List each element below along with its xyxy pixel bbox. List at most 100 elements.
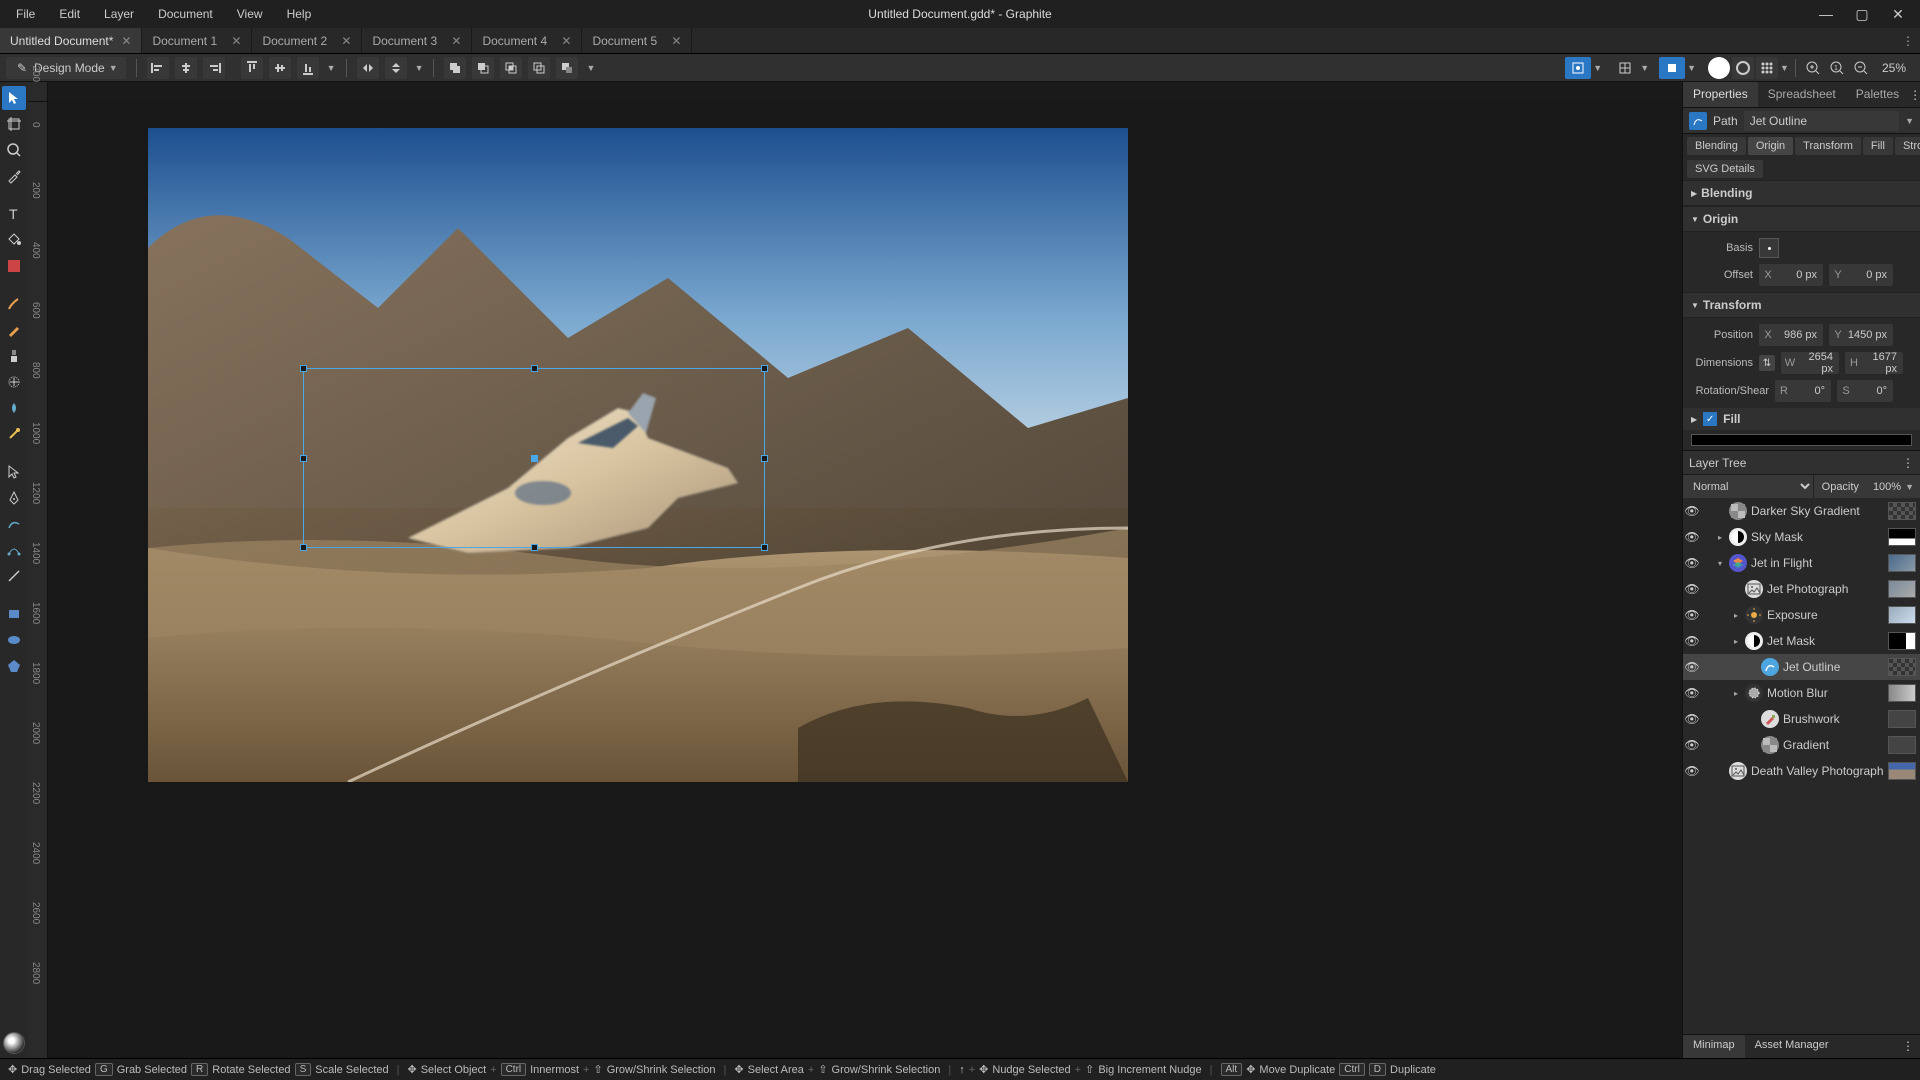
proptab-stroke[interactable]: Stroke: [1895, 137, 1920, 155]
section-origin[interactable]: ▼Origin: [1683, 206, 1920, 232]
shape-dots-icon[interactable]: [1756, 57, 1778, 79]
select-tool[interactable]: [2, 86, 26, 110]
bool-divide-btn[interactable]: [556, 57, 578, 79]
proptab-blending[interactable]: Blending: [1687, 137, 1746, 155]
visibility-icon[interactable]: 👁: [1683, 634, 1701, 648]
shape-circle-icon[interactable]: [1708, 57, 1730, 79]
selection-box[interactable]: [303, 368, 765, 548]
window-minimize[interactable]: ―: [1810, 4, 1842, 24]
dim-h-input[interactable]: H1677 px: [1845, 352, 1903, 374]
visibility-icon[interactable]: 👁: [1683, 582, 1701, 596]
pencil-tool[interactable]: [2, 318, 26, 342]
menu-layer[interactable]: Layer: [94, 3, 144, 25]
window-close[interactable]: ✕: [1882, 4, 1914, 24]
menu-file[interactable]: File: [6, 3, 45, 25]
shear-input[interactable]: S0°: [1837, 380, 1893, 402]
svg-details-btn[interactable]: SVG Details: [1687, 160, 1763, 178]
gradient-tool[interactable]: [2, 254, 26, 278]
mode-dropdown[interactable]: ✎ Design Mode ▼: [6, 57, 126, 79]
layer-row[interactable]: 👁Darker Sky Gradient: [1683, 498, 1920, 524]
shape-ring-icon[interactable]: [1732, 57, 1754, 79]
brush-tool[interactable]: [2, 292, 26, 316]
align-right-btn[interactable]: [203, 57, 225, 79]
close-tab-icon[interactable]: ✕: [671, 34, 681, 48]
layer-row[interactable]: 👁▸Motion Blur: [1683, 680, 1920, 706]
line-tool[interactable]: [2, 564, 26, 588]
layer-row[interactable]: 👁Jet Outline: [1683, 654, 1920, 680]
menu-document[interactable]: Document: [148, 3, 223, 25]
document-tab[interactable]: Document 2✕: [252, 28, 362, 53]
layer-row[interactable]: 👁Brushwork: [1683, 706, 1920, 732]
align-bottom-btn[interactable]: [297, 57, 319, 79]
visibility-icon[interactable]: 👁: [1683, 660, 1701, 674]
visibility-icon[interactable]: 👁: [1683, 764, 1701, 778]
overlays-toggle[interactable]: [1565, 57, 1591, 79]
bool-subtract-btn[interactable]: [472, 57, 494, 79]
section-blending[interactable]: ▶Blending: [1683, 180, 1920, 206]
document-tab[interactable]: Document 3✕: [362, 28, 472, 53]
fill-checkbox[interactable]: ✓: [1703, 412, 1717, 426]
tab-minimap[interactable]: Minimap: [1683, 1035, 1745, 1058]
color-swatch[interactable]: [3, 1032, 25, 1054]
visibility-icon[interactable]: 👁: [1683, 738, 1701, 752]
viewport[interactable]: [48, 102, 1682, 1058]
expand-icon[interactable]: ▸: [1731, 637, 1741, 646]
close-tab-icon[interactable]: ✕: [341, 34, 351, 48]
zoom-level[interactable]: 25%: [1874, 61, 1914, 75]
dim-w-input[interactable]: W2654 px: [1781, 352, 1839, 374]
opacity-value[interactable]: 100%▼: [1867, 475, 1920, 498]
flip-v-btn[interactable]: [385, 57, 407, 79]
visibility-icon[interactable]: 👁: [1683, 608, 1701, 622]
layer-row[interactable]: 👁Jet Photograph: [1683, 576, 1920, 602]
fill-swatch[interactable]: [1691, 434, 1912, 446]
document-tab[interactable]: Document 5✕: [582, 28, 692, 53]
heal-tool[interactable]: [2, 370, 26, 394]
tab-properties[interactable]: Properties: [1683, 82, 1758, 107]
layer-row[interactable]: 👁▾Jet in Flight: [1683, 550, 1920, 576]
link-dimensions-icon[interactable]: ⇅: [1759, 355, 1775, 371]
offset-y-input[interactable]: Y0 px: [1829, 264, 1893, 286]
menu-edit[interactable]: Edit: [49, 3, 90, 25]
selected-layer-name[interactable]: Jet Outline: [1744, 111, 1899, 131]
align-hcenter-btn[interactable]: [175, 57, 197, 79]
visibility-icon[interactable]: 👁: [1683, 504, 1701, 518]
document-tab[interactable]: Document 4✕: [472, 28, 582, 53]
ellipse-tool[interactable]: [2, 628, 26, 652]
proptab-fill[interactable]: Fill: [1863, 137, 1893, 155]
close-tab-icon[interactable]: ✕: [561, 34, 571, 48]
spline-tool[interactable]: [2, 538, 26, 562]
fill-tool[interactable]: [2, 228, 26, 252]
clone-tool[interactable]: [2, 344, 26, 368]
close-tab-icon[interactable]: ✕: [451, 34, 461, 48]
basis-picker[interactable]: [1759, 238, 1779, 258]
expand-icon[interactable]: ▸: [1731, 689, 1741, 698]
align-vcenter-btn[interactable]: [269, 57, 291, 79]
window-maximize[interactable]: ▢: [1846, 4, 1878, 24]
visibility-icon[interactable]: 👁: [1683, 686, 1701, 700]
bool-diff-btn[interactable]: [528, 57, 550, 79]
panel-more-icon[interactable]: ⋮: [1909, 82, 1920, 107]
document-tab[interactable]: Document 1✕: [142, 28, 252, 53]
text-tool[interactable]: T: [2, 202, 26, 226]
eyedropper-tool[interactable]: [2, 164, 26, 188]
smudge-tool[interactable]: [2, 396, 26, 420]
close-tab-icon[interactable]: ✕: [121, 34, 131, 48]
rotation-input[interactable]: R0°: [1775, 380, 1831, 402]
menu-view[interactable]: View: [227, 3, 273, 25]
tab-asset-manager[interactable]: Asset Manager: [1745, 1035, 1839, 1058]
wand-tool[interactable]: [2, 422, 26, 446]
bottom-more-icon[interactable]: ⋮: [1896, 1035, 1920, 1058]
proptab-origin[interactable]: Origin: [1748, 137, 1793, 155]
layer-row[interactable]: 👁▸Sky Mask: [1683, 524, 1920, 550]
path-select-tool[interactable]: [2, 460, 26, 484]
layer-row[interactable]: 👁▸Jet Mask: [1683, 628, 1920, 654]
blend-mode-select[interactable]: Normal: [1683, 475, 1813, 498]
section-fill[interactable]: ▶ ✓ Fill: [1683, 408, 1920, 430]
pos-x-input[interactable]: X986 px: [1759, 324, 1823, 346]
layer-row[interactable]: 👁Gradient: [1683, 732, 1920, 758]
layertree-more-icon[interactable]: ⋮: [1902, 456, 1914, 470]
tab-palettes[interactable]: Palettes: [1846, 82, 1909, 107]
grid-toggle[interactable]: [1659, 57, 1685, 79]
bool-union-btn[interactable]: [444, 57, 466, 79]
expand-icon[interactable]: ▸: [1715, 533, 1725, 542]
